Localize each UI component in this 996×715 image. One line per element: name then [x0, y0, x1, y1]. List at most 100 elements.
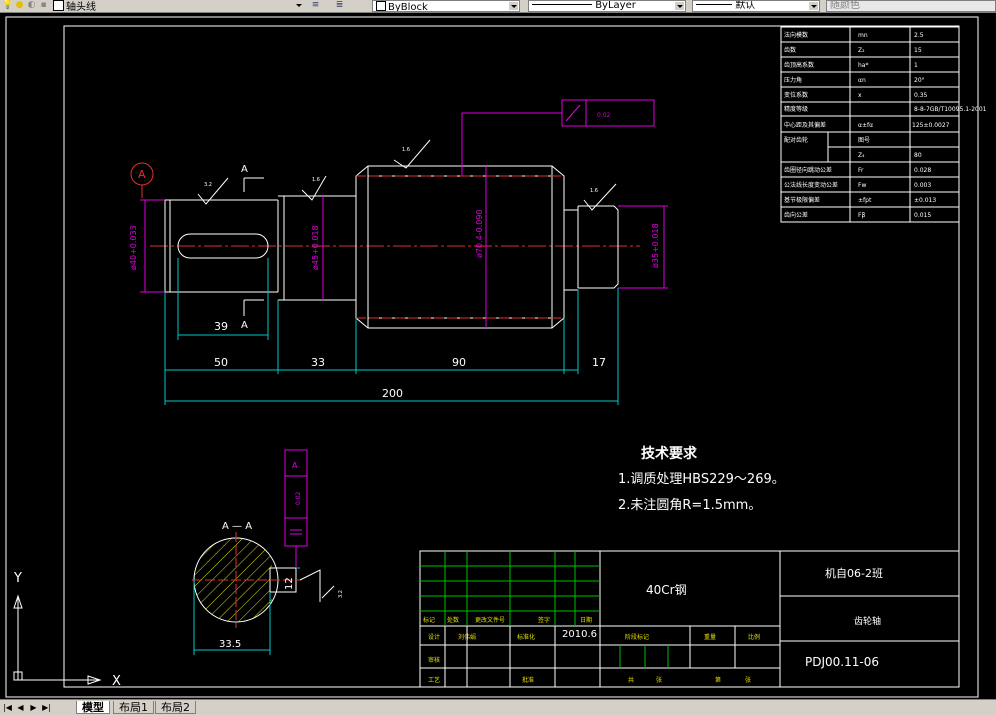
linetype-dropdown[interactable]: ByLayer — [528, 0, 686, 12]
chevron-down-icon[interactable] — [809, 2, 818, 10]
plotstyle-dropdown[interactable]: 随颜色 — [826, 0, 996, 12]
dim-seg4: 17 — [592, 356, 606, 369]
tech-req-title: 技术要求 — [641, 445, 698, 462]
title-school: 机自06-2班 — [825, 566, 883, 580]
tb-standard: 标准化 — [517, 633, 535, 641]
title-material: 40Cr钢 — [646, 583, 687, 597]
roughness-c: 1.6 — [402, 147, 410, 153]
dim-key-length: 39 — [214, 320, 228, 333]
sheet-outer-border — [5, 16, 979, 698]
color-value: ByBlock — [388, 2, 428, 12]
chevron-down-icon[interactable] — [509, 2, 518, 10]
drawing-svg: 法向模数 mn 2.5 齿数 Z₂ 15 齿顶高系数 ha* 1 压力角 αn 20° 变位系数 x 0.3… — [5, 16, 987, 698]
gear-row-name: 压力角 — [784, 76, 802, 84]
layer-previous-icon[interactable]: ≣ — [334, 0, 345, 11]
ucs-icon — [13, 594, 102, 685]
make-current-layer-icon[interactable]: ≡ — [310, 0, 321, 11]
tb-count: 处数 — [447, 616, 459, 624]
ucs-y-label: Y — [13, 571, 22, 586]
lineweight-sample — [696, 4, 732, 5]
gear-row-value: 20° — [914, 77, 925, 84]
last-tab-icon[interactable]: ▶| — [41, 702, 52, 713]
tab-model[interactable]: 模型 — [76, 701, 110, 714]
gear-row-name: 齿向公差 — [784, 211, 808, 219]
gear-row-name: 齿数 — [784, 46, 796, 54]
linetype-value: ByLayer — [595, 0, 636, 11]
next-tab-icon[interactable]: ▶ — [28, 702, 39, 713]
linetype-sample — [532, 4, 592, 5]
gear-row-value: 0.35 — [914, 92, 928, 99]
dim-seg3: 90 — [452, 356, 466, 369]
chevron-down-icon[interactable] — [294, 1, 303, 9]
title-part-name: 齿轮轴 — [854, 615, 881, 627]
lineweight-dropdown[interactable]: 默认 — [692, 0, 820, 12]
gear-row-name: 基节极限偏差 — [784, 196, 820, 204]
gear-row-symbol: αn — [858, 77, 866, 84]
dim-section-width: 33.5 — [219, 639, 241, 650]
datum-balloon-label: A — [138, 168, 146, 181]
lightbulb-icon[interactable]: 💡 — [2, 0, 13, 11]
section-roughness — [299, 569, 335, 602]
chevron-down-icon[interactable] — [675, 2, 684, 10]
sun-icon[interactable]: ● — [14, 0, 25, 11]
length-dimensions — [164, 258, 619, 405]
layer-color-swatch — [53, 0, 64, 11]
dim-total: 200 — [382, 387, 403, 400]
diameter-dimensions — [140, 166, 668, 328]
dim-d-left: ø40+0.033 — [129, 225, 138, 270]
properties-toolbar: 💡 ● ◐ ▪ 轴头线 ≡ ≣ ByBlock ByLayer 默认 随颜色 — [0, 0, 996, 13]
gear-row-symbol: Fr — [858, 167, 864, 174]
tech-req-line2: 2.未注圆角R=1.5mm。 — [618, 498, 761, 513]
tb-process: 工艺 — [428, 676, 440, 684]
gear-table-text: 法向模数 mn 2.5 齿数 Z₂ 15 齿顶高系数 ha* 1 压力角 αn 20° 变位系数 x 0.3… — [784, 31, 987, 219]
dim-d-second: ø45+0.018 — [311, 225, 320, 270]
gear-row-name: 法向模数 — [784, 31, 808, 39]
dim-seg2: 33 — [311, 356, 325, 369]
prev-tab-icon[interactable]: ◀ — [15, 702, 26, 713]
section-view — [192, 532, 300, 655]
ucs-x-label: X — [112, 674, 121, 689]
gear-row-name: 配对齿轮 — [784, 136, 808, 144]
gear-row-symbol: Fβ — [858, 212, 865, 219]
first-tab-icon[interactable]: |◀ — [2, 702, 13, 713]
tb-sheets: 共 — [628, 676, 634, 684]
tb-mark: 标记 — [423, 616, 435, 624]
layer-dropdown[interactable]: 轴头线 — [50, 0, 304, 12]
section-label-top: A — [241, 164, 248, 175]
gear-row-name: 中心距及其偏差 — [784, 121, 826, 129]
tb-page: 第 — [715, 676, 721, 684]
tab-layout2[interactable]: 布局2 — [155, 701, 196, 714]
gear-row-symbol: Fw — [858, 182, 866, 189]
gear-row-value: 15 — [914, 47, 922, 54]
gear-row-value: 1 — [914, 62, 918, 69]
lock-icon[interactable]: ◐ — [26, 0, 37, 11]
tb-approve: 批准 — [522, 676, 534, 684]
gear-row-symbol: ±fpt — [858, 197, 872, 204]
gear-row-value: 0.003 — [914, 182, 931, 189]
lineweight-value: 默认 — [735, 0, 756, 11]
tab-layout1[interactable]: 布局1 — [113, 701, 154, 714]
section-view-title: A — A — [222, 521, 252, 532]
drawing-canvas[interactable]: 法向模数 mn 2.5 齿数 Z₂ 15 齿顶高系数 ha* 1 压力角 αn 20° 变位系数 x 0.3… — [0, 13, 996, 699]
tolerance-frame-top — [461, 99, 655, 176]
tb-review: 审核 — [428, 656, 440, 664]
roughness-b: 1.6 — [312, 177, 320, 183]
color-swatch — [376, 1, 386, 11]
color-dropdown[interactable]: ByBlock — [372, 0, 520, 12]
gear-row-value: 0.015 — [914, 212, 931, 219]
shaft-outline — [164, 165, 619, 329]
tolerance-section-value: 0.02 — [295, 491, 302, 505]
layer-state-icon[interactable]: ▪ — [38, 0, 49, 11]
section-label-bottom: A — [241, 320, 248, 331]
tb-sign: 签字 — [538, 616, 550, 624]
tb-page2: 张 — [745, 676, 751, 684]
gear-row-value: 8-8-7GB/T10095.1-2001 — [914, 106, 987, 113]
title-drawing-no: PDJ00.11-06 — [805, 655, 879, 669]
tb-stage: 阶段标记 — [625, 633, 649, 641]
gear-row-symbol: α±fα — [858, 122, 873, 129]
gear-row-value: ±0.013 — [914, 197, 936, 204]
gear-row-value: 125±0.0027 — [912, 122, 950, 129]
gear-row-name: 公法线长度变动公差 — [784, 181, 838, 189]
roughness-e: 3.2 — [338, 590, 344, 598]
roughness-a: 3.2 — [204, 182, 212, 188]
